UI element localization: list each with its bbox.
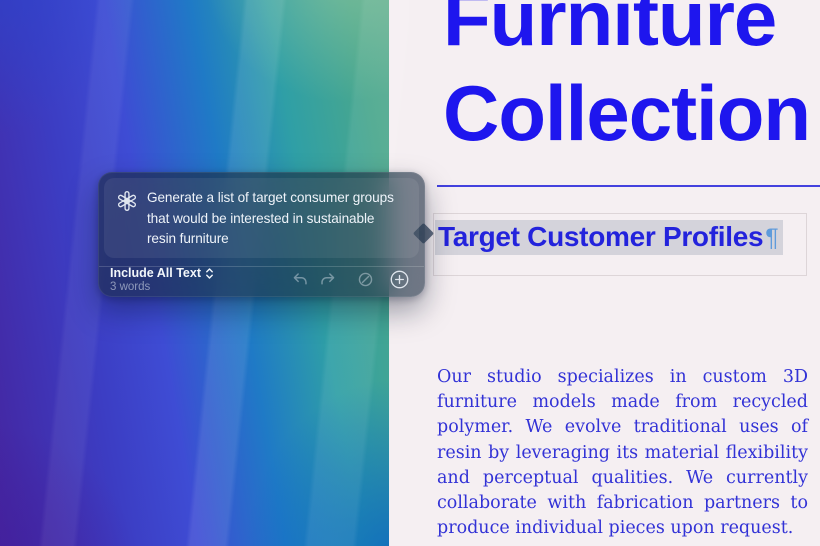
page: Furniture Collection Target Customer Pro… xyxy=(0,0,820,546)
include-text-dropdown[interactable]: Include All Text xyxy=(110,266,214,280)
prompt-card: Generate a list of target consumer group… xyxy=(104,178,419,258)
add-button[interactable] xyxy=(389,269,410,290)
prompt-line: resin furniture xyxy=(147,229,394,250)
divider-rule xyxy=(437,185,820,187)
document-title[interactable]: Furniture Collection xyxy=(443,0,810,161)
slashed-circle-icon xyxy=(357,271,374,288)
openai-logo-icon xyxy=(116,190,138,212)
popup-footer: Include All Text 3 words xyxy=(99,267,424,296)
selected-text: Target Customer Profiles¶ xyxy=(435,220,783,255)
prompt-text[interactable]: Generate a list of target consumer group… xyxy=(147,188,394,250)
pilcrow-mark: ¶ xyxy=(765,224,778,252)
undo-icon xyxy=(292,271,309,288)
redo-icon xyxy=(319,271,336,288)
document-title-line1: Furniture xyxy=(443,0,810,66)
footer-icons xyxy=(292,269,410,290)
undo-button[interactable] xyxy=(292,271,309,288)
document-title-line2: Collection xyxy=(443,66,810,161)
assistant-popup: Generate a list of target consumer group… xyxy=(98,172,425,297)
heading-text-block[interactable]: Target Customer Profiles¶ xyxy=(433,213,807,276)
section-heading-label: Target Customer Profiles xyxy=(438,221,763,252)
word-count: 3 words xyxy=(110,281,214,293)
footer-left: Include All Text 3 words xyxy=(110,266,214,293)
retry-button[interactable] xyxy=(357,271,374,288)
redo-button[interactable] xyxy=(319,271,336,288)
prompt-line: that would be interested in sustainable xyxy=(147,209,394,230)
chevron-up-down-icon xyxy=(205,267,214,280)
body-paragraph[interactable]: Our studio specializes in custom 3D furn… xyxy=(437,365,808,541)
prompt-line: Generate a list of target consumer group… xyxy=(147,188,394,209)
plus-circle-icon xyxy=(389,269,410,290)
dropdown-label: Include All Text xyxy=(110,266,201,280)
